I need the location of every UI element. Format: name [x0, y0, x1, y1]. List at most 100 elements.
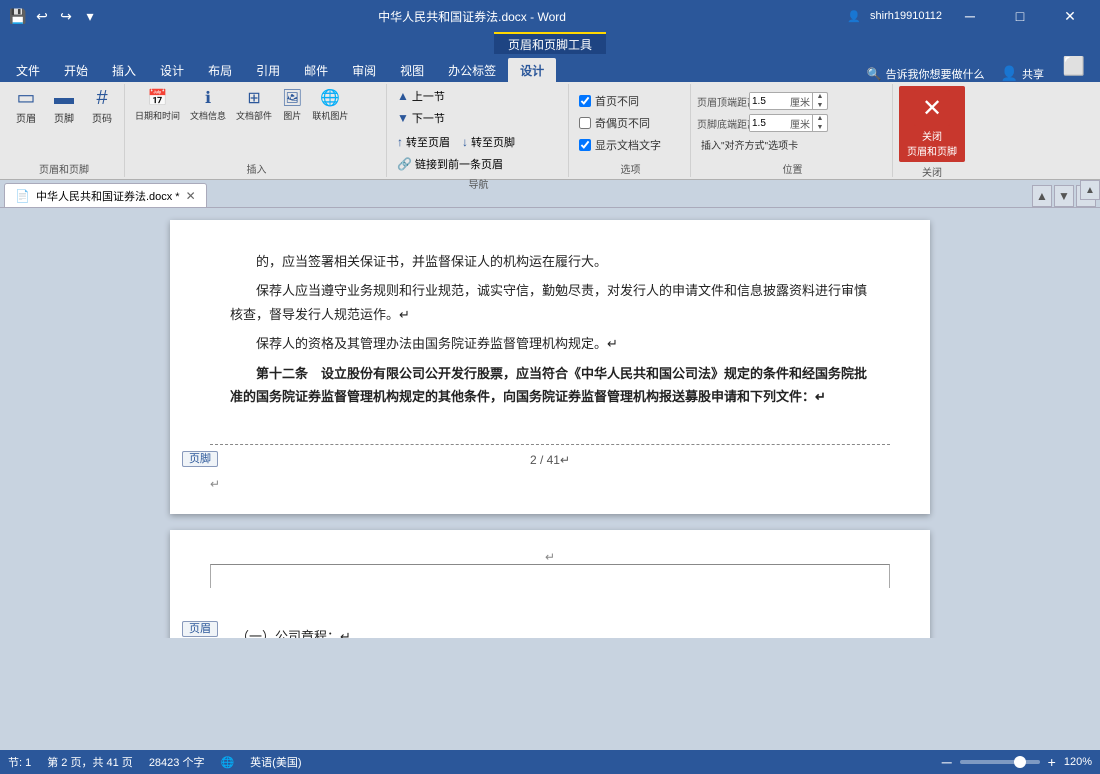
header-label: 页眉 — [16, 110, 36, 125]
tab-review[interactable]: 审阅 — [340, 58, 388, 82]
footer-pos-arrows: ▲ ▼ — [812, 114, 827, 132]
minimize-button[interactable]: ─ — [948, 0, 992, 32]
redo-icon[interactable]: ↪ — [56, 6, 76, 26]
footer-pos-spinner[interactable]: 厘米 ▲ ▼ — [749, 114, 828, 132]
status-right: ─ + 120% — [942, 754, 1092, 770]
insert-align-item[interactable]: 插入"对齐方式"选项卡 — [697, 136, 802, 153]
group-options: 首页不同 奇偶页不同 显示文档文字 选项 — [571, 84, 691, 177]
search-label[interactable]: 告诉我你想要做什么 — [886, 66, 985, 82]
doc-tab-title: 中华人民共和国证券法.docx * — [36, 188, 180, 204]
doc-tab-close-icon[interactable]: ✕ — [186, 189, 196, 203]
ribbon-collapse-button[interactable]: ▲ — [1080, 180, 1100, 200]
tab-insert[interactable]: 插入 — [100, 58, 148, 82]
group-position-label: 位置 — [697, 161, 888, 175]
link-prev-button[interactable]: 🔗 链接到前一条页眉 — [393, 154, 507, 174]
pagenum-button[interactable]: # 页码 — [84, 86, 120, 127]
header-button[interactable]: ▭ 页眉 — [8, 86, 44, 127]
save-icon[interactable]: 💾 — [8, 6, 28, 26]
tab-design2[interactable]: 设计 — [508, 58, 556, 82]
show-text-check[interactable]: 显示文档文字 — [575, 136, 665, 154]
next-section-button[interactable]: ▼ 下一节 — [393, 108, 449, 128]
group-navigation-label: 导航 — [393, 176, 564, 190]
show-text-label: 显示文档文字 — [595, 137, 661, 153]
onlinepic-icon: 🌐 — [320, 88, 340, 108]
diff-odd-even-check[interactable]: 奇偶页不同 — [575, 114, 654, 132]
docparts-button[interactable]: ⊞ 文档部件 — [232, 86, 276, 124]
header-pos-down[interactable]: ▼ — [813, 101, 827, 110]
close-button[interactable]: ✕ — [1048, 0, 1092, 32]
header-pos-input[interactable] — [750, 93, 788, 109]
goto-footer-button[interactable]: ↓ 转至页脚 — [458, 132, 519, 152]
title-text: 中华人民共和国证券法.docx - Word — [100, 8, 844, 25]
footer-pos-up[interactable]: ▲ — [813, 114, 827, 123]
doc-tab[interactable]: 📄 中华人民共和国证券法.docx * ✕ — [4, 183, 207, 207]
header-box — [210, 564, 890, 588]
footer-pos-down[interactable]: ▼ — [813, 123, 827, 132]
tab-design[interactable]: 设计 — [148, 58, 196, 82]
group-navigation: ▲ 上一节 ▼ 下一节 ↑ 转至页眉 ↓ — [389, 84, 569, 177]
datetime-button[interactable]: 📅 日期和时间 — [131, 86, 184, 124]
customize-icon[interactable]: ▾ — [80, 6, 100, 26]
header-pos-spinner[interactable]: 厘米 ▲ ▼ — [749, 92, 828, 110]
onlinepic-label: 联机图片 — [312, 109, 348, 122]
zoom-minus-button[interactable]: ─ — [942, 754, 952, 770]
prev-section-button[interactable]: ▲ 上一节 — [393, 86, 449, 106]
zoom-slider-container — [960, 760, 1040, 764]
wordcount-status[interactable]: 28423 个字 — [149, 754, 205, 770]
ribbon-expand-icon[interactable]: ⬜ — [1052, 50, 1096, 82]
para-4: 第十二条 设立股份有限公司公开发行股票，应当符合《中华人民共和国公司法》规定的条… — [230, 362, 870, 409]
ribbon-search: 🔍 告诉我你想要做什么 — [859, 66, 993, 82]
goto-header-button[interactable]: ↑ 转至页眉 — [393, 132, 454, 152]
group-insert-label: 插入 — [131, 161, 382, 175]
zoom-slider[interactable] — [960, 760, 1040, 764]
header-pos-up[interactable]: ▲ — [813, 92, 827, 101]
link-prev-label: 链接到前一条页眉 — [415, 156, 503, 172]
tab-layout[interactable]: 布局 — [196, 58, 244, 82]
scroll-down-button[interactable]: ▼ — [1054, 185, 1074, 207]
footer-para-mark: ↵ — [170, 477, 930, 497]
footer-zone-page1[interactable]: 2 / 41↵ — [210, 444, 890, 477]
group-position: 页眉顶端距离： 厘米 ▲ ▼ 页脚底端距离： 厘米 ▲ — [693, 84, 893, 177]
tab-view[interactable]: 视图 — [388, 58, 436, 82]
share-button[interactable]: 👤 共享 — [993, 65, 1052, 82]
footer-pos-label: 页脚底端距离： — [697, 116, 747, 131]
section-status[interactable]: 节: 1 — [8, 754, 31, 770]
zoom-plus-button[interactable]: + — [1048, 754, 1056, 770]
page-status[interactable]: 第 2 页，共 41 页 — [47, 754, 133, 770]
tab-home[interactable]: 开始 — [52, 58, 100, 82]
diff-odd-even-checkbox[interactable] — [579, 117, 591, 129]
show-text-checkbox[interactable] — [579, 139, 591, 151]
picture-button[interactable]: 🖼 图片 — [278, 86, 306, 124]
zoom-slider-thumb[interactable] — [1014, 756, 1026, 768]
diff-first-check[interactable]: 首页不同 — [575, 92, 643, 110]
tab-file[interactable]: 文件 — [4, 58, 52, 82]
header-text-page2: （一）公司章程；↵ — [210, 626, 890, 638]
zoom-level[interactable]: 120% — [1064, 756, 1092, 768]
docinfo-button[interactable]: ℹ 文档信息 — [186, 86, 230, 124]
scroll-up-button[interactable]: ▲ — [1032, 185, 1052, 207]
document-page-2: ↵ 页眉 （一）公司章程；↵ （二）发起人协议； — [170, 530, 930, 638]
diff-first-checkbox[interactable] — [579, 95, 591, 107]
footer-button[interactable]: ▬ 页脚 — [46, 86, 82, 127]
footer-pos-input[interactable] — [750, 115, 788, 131]
header-pos-label: 页眉顶端距离： — [697, 94, 747, 109]
tab-references[interactable]: 引用 — [244, 58, 292, 82]
goto-header-label: 转至页眉 — [406, 134, 450, 150]
tab-mailings[interactable]: 邮件 — [292, 58, 340, 82]
tab-officetab[interactable]: 办公标签 — [436, 58, 508, 82]
header-zone-page2[interactable]: （一）公司章程；↵ （二）发起人协议； — [210, 618, 890, 638]
link-prev-icon: 🔗 — [397, 157, 412, 171]
context-tab-header-footer[interactable]: 页眉和页脚工具 — [494, 32, 606, 54]
language-status[interactable]: 英语(美国) — [250, 754, 301, 770]
undo-icon[interactable]: ↩ — [32, 6, 52, 26]
close-header-footer-button[interactable]: ✕ 关闭页眉和页脚 — [899, 86, 965, 162]
docinfo-icon: ℹ — [205, 88, 211, 108]
next-section-label: 下一节 — [412, 110, 445, 126]
maximize-button[interactable]: □ — [998, 0, 1042, 32]
group-header-footer: ▭ 页眉 ▬ 页脚 # 页码 页眉和页脚 — [4, 84, 125, 177]
close-x-icon: ✕ — [914, 90, 950, 126]
header-pos-unit: 厘米 — [788, 94, 812, 109]
ribbon-area: ▭ 页眉 ▬ 页脚 # 页码 页眉和页脚 📅 日期和时间 ℹ 文档信息 — [0, 82, 1100, 180]
onlinepic-button[interactable]: 🌐 联机图片 — [308, 86, 352, 124]
pagenum-label: 页码 — [92, 110, 112, 125]
